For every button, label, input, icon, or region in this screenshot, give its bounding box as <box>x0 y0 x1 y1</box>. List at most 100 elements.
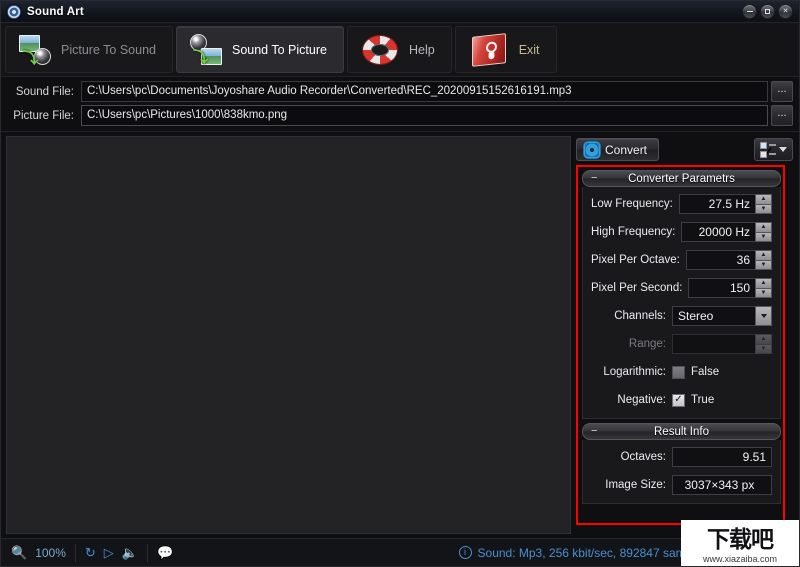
power-switch-icon <box>471 32 506 67</box>
logarithmic-label: Logarithmic: <box>603 366 666 378</box>
pixel-per-octave-decrement[interactable]: ▼ <box>755 260 772 270</box>
checklist-dropdown-icon: ✓ <box>760 141 776 162</box>
preview-canvas[interactable] <box>6 136 571 534</box>
speaker-icon[interactable]: 🔈 <box>122 546 138 559</box>
logarithmic-value: False <box>691 366 720 378</box>
comment-group: 💬 <box>146 543 182 562</box>
sound-file-label: Sound File: <box>15 85 74 98</box>
file-selector-bar: Sound File: C:\Users\pc\Documents\Joyosh… <box>1 77 799 132</box>
playback-group: ↻ ▷ 🔈 <box>74 543 147 562</box>
low-frequency-decrement[interactable]: ▼ <box>755 204 772 214</box>
converter-parameters-title: Converter Parametrs <box>628 172 735 185</box>
zoom-level: 100% <box>35 545 66 560</box>
picture-to-sound-icon: ⤵ <box>18 33 52 67</box>
field-logarithmic: Logarithmic: False <box>591 362 772 382</box>
channels-label: Channels: <box>614 310 666 322</box>
window-controls: ✕ <box>742 4 795 19</box>
high-frequency-stepper[interactable]: 20000 Hz ▲ ▼ <box>681 222 772 242</box>
tab-sound-to-picture[interactable]: ⤵ Sound To Picture <box>175 26 344 73</box>
low-frequency-increment[interactable]: ▲ <box>755 194 772 205</box>
logarithmic-checkbox[interactable] <box>672 365 685 379</box>
comment-icon[interactable]: 💬 <box>157 546 173 559</box>
result-info-title: Result Info <box>654 425 709 438</box>
window-title: Sound Art <box>27 5 84 18</box>
tab-picture-to-sound[interactable]: ⤵ Picture To Sound <box>5 26 173 73</box>
channels-value[interactable]: Stereo <box>672 306 755 326</box>
exit-button[interactable]: Exit <box>454 26 557 73</box>
gear-icon <box>585 142 599 157</box>
channels-dropdown-button[interactable] <box>755 306 772 326</box>
close-button[interactable]: ✕ <box>778 4 793 19</box>
field-channels: Channels: Stereo <box>591 306 772 326</box>
field-negative: Negative: ✓ True <box>591 390 772 410</box>
converter-parameters-group: − Converter Parametrs Low Frequency: 27.… <box>582 170 781 419</box>
low-frequency-stepper[interactable]: 27.5 Hz ▲ ▼ <box>678 194 772 214</box>
picture-file-input[interactable]: C:\Users\pc\Pictures\1000\838kmo.png <box>81 105 768 126</box>
image-size-label: Image Size: <box>605 479 666 491</box>
converter-parameters-header[interactable]: − Converter Parametrs <box>582 170 781 187</box>
minimize-button[interactable] <box>742 4 757 19</box>
right-panel: Convert ✓ − Converter Parametrs Low Freq… <box>574 132 799 538</box>
range-stepper: ▲ ▼ <box>672 334 772 354</box>
watermark-url: www.xiazaiba.com <box>702 554 778 564</box>
loop-icon[interactable]: ↻ <box>85 546 96 559</box>
field-low-frequency: Low Frequency: 27.5 Hz ▲ ▼ <box>591 194 772 214</box>
picture-file-label: Picture File: <box>13 109 74 122</box>
result-info-group: − Result Info Octaves: 9.51 Image Size: … <box>582 423 781 504</box>
tab-sound-to-picture-label: Sound To Picture <box>231 42 327 57</box>
sound-to-picture-icon: ⤵ <box>189 33 223 67</box>
pixel-per-second-label: Pixel Per Second: <box>591 282 683 294</box>
field-pixel-per-octave: Pixel Per Octave: 36 ▲ ▼ <box>591 250 772 270</box>
watermark-logo: 下载吧 <box>707 527 774 553</box>
maximize-button[interactable] <box>760 4 775 19</box>
chevron-down-icon <box>779 147 787 152</box>
result-info-body: Octaves: 9.51 Image Size: 3037×343 px <box>582 440 781 504</box>
pixel-per-octave-stepper[interactable]: 36 ▲ ▼ <box>685 250 772 270</box>
range-increment: ▲ <box>755 334 772 345</box>
octaves-readout: 9.51 <box>672 447 772 467</box>
main-toolbar: ⤵ Picture To Sound ⤵ Sound To Picture He… <box>1 23 799 77</box>
pixel-per-octave-label: Pixel Per Octave: <box>591 254 680 266</box>
pixel-per-second-increment[interactable]: ▲ <box>755 278 772 289</box>
pixel-per-octave-value[interactable]: 36 <box>685 250 755 270</box>
magnifier-icon[interactable]: 🔍 <box>11 546 27 559</box>
high-frequency-increment[interactable]: ▲ <box>755 222 772 233</box>
picture-file-row: Picture File: C:\Users\pc\Pictures\1000\… <box>7 105 793 126</box>
site-watermark: 下载吧 www.xiazaiba.com <box>681 520 799 566</box>
negative-checkbox[interactable]: ✓ <box>672 393 685 407</box>
pixel-per-second-value[interactable]: 150 <box>688 278 755 298</box>
main-body: Convert ✓ − Converter Parametrs Low Freq… <box>1 132 799 538</box>
sound-file-input[interactable]: C:\Users\pc\Documents\Joyoshare Audio Re… <box>81 81 768 102</box>
low-frequency-value[interactable]: 27.5 Hz <box>678 194 755 214</box>
octaves-label: Octaves: <box>620 451 666 463</box>
low-frequency-label: Low Frequency: <box>591 198 673 210</box>
app-gear-icon <box>7 4 21 19</box>
high-frequency-value[interactable]: 20000 Hz <box>681 222 755 242</box>
tab-picture-to-sound-label: Picture To Sound <box>61 42 156 57</box>
field-range: Range: ▲ ▼ <box>591 334 772 354</box>
image-size-value: 3037×343 px <box>672 475 772 495</box>
pixel-per-octave-increment[interactable]: ▲ <box>755 250 772 261</box>
field-octaves: Octaves: 9.51 <box>591 447 772 467</box>
convert-button[interactable]: Convert <box>576 138 660 161</box>
picture-file-browse-button[interactable]: ... <box>771 105 793 126</box>
octaves-value: 9.51 <box>672 447 772 467</box>
convert-action-row: Convert ✓ <box>576 138 793 162</box>
help-button-label: Help <box>408 42 435 57</box>
field-image-size: Image Size: 3037×343 px <box>591 475 772 495</box>
pixel-per-second-stepper[interactable]: 150 ▲ ▼ <box>688 278 772 298</box>
convert-button-label: Convert <box>605 142 648 157</box>
sound-file-browse-button[interactable]: ... <box>771 81 793 102</box>
preset-list-dropdown-button[interactable]: ✓ <box>754 138 793 162</box>
pixel-per-second-decrement[interactable]: ▼ <box>755 288 772 298</box>
high-frequency-label: High Frequency: <box>591 226 676 238</box>
image-size-readout: 3037×343 px <box>672 475 772 495</box>
help-button[interactable]: Help <box>346 26 452 73</box>
channels-select[interactable]: Stereo <box>672 306 772 326</box>
play-step-icon[interactable]: ▷ <box>104 546 114 559</box>
result-info-header[interactable]: − Result Info <box>582 423 781 440</box>
range-label: Range: <box>628 338 666 350</box>
range-value <box>672 334 755 354</box>
high-frequency-decrement[interactable]: ▼ <box>755 232 772 242</box>
sound-info-text: Sound: Mp3, 256 kbit/sec, 892847 samples… <box>477 545 711 560</box>
